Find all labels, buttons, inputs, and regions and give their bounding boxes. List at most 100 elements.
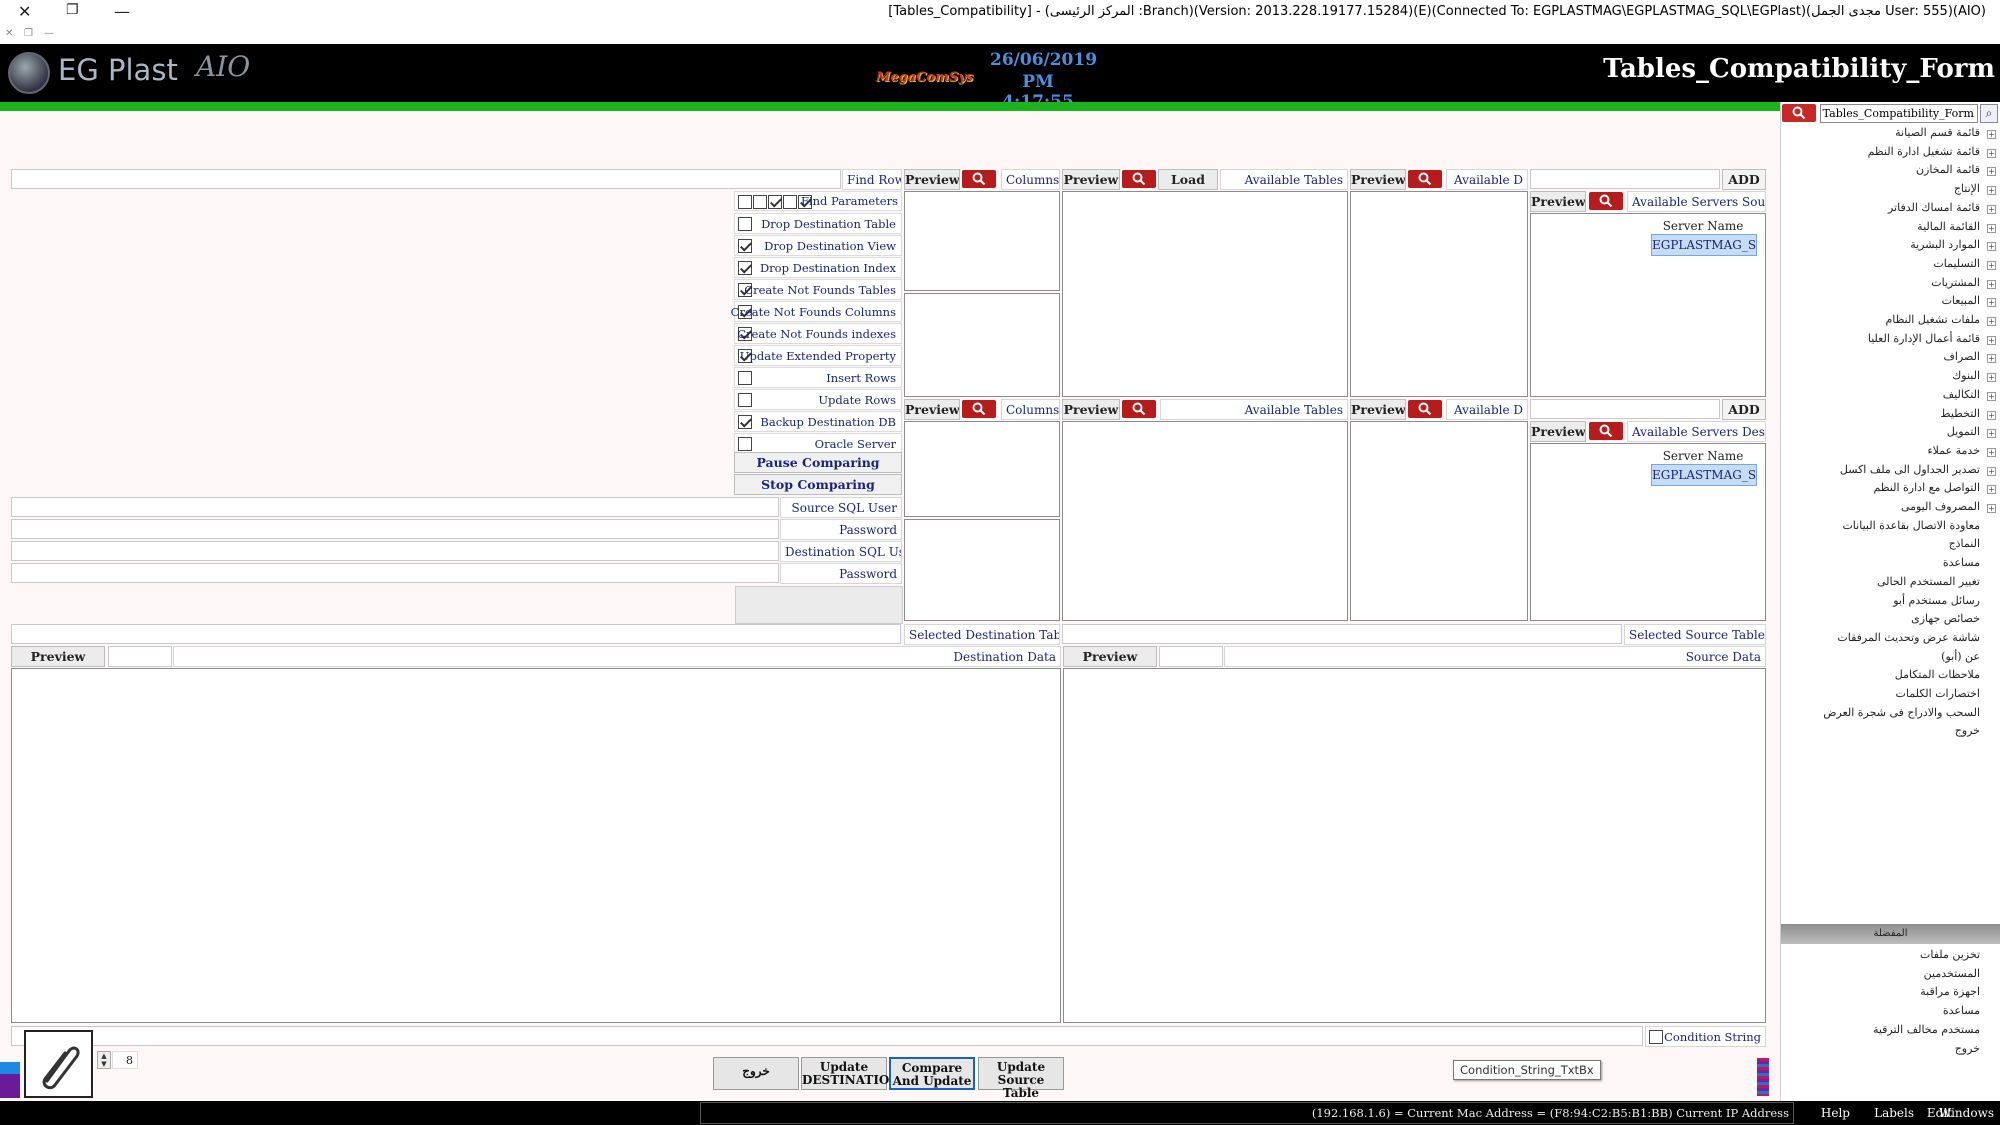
tree-item[interactable]: التخطيط bbox=[1940, 407, 1980, 425]
tree-expand-icon[interactable]: + bbox=[1987, 148, 1996, 158]
compare-and-update-button[interactable]: Compare And Update bbox=[889, 1057, 975, 1090]
tree-item[interactable]: المشتريات bbox=[1931, 276, 1980, 294]
option-row-9[interactable]: Update Rows bbox=[734, 389, 902, 410]
tree-item[interactable]: خدمة عملاء bbox=[1927, 444, 1980, 462]
tree-item[interactable]: قائمة قسم الصيانة bbox=[1895, 126, 1980, 144]
selected-destination-table-input[interactable] bbox=[11, 624, 901, 644]
sidebar-search-input[interactable]: Tables_Compatibility_Form bbox=[1820, 104, 1978, 123]
source-password-input[interactable] bbox=[11, 519, 779, 539]
tree-item[interactable]: قائمة امساك الدفاتر bbox=[1888, 201, 1980, 219]
tree-expand-icon[interactable]: + bbox=[1987, 391, 1996, 401]
minimize-icon[interactable]: — bbox=[114, 2, 130, 21]
tree-item[interactable]: رسائل مستخدم أبو bbox=[1893, 594, 1980, 612]
option-row-3[interactable]: Drop Destination Index bbox=[734, 257, 902, 278]
columns-list-bottom-2[interactable] bbox=[904, 519, 1060, 621]
mdi-restore-icon[interactable]: ❐ bbox=[24, 28, 33, 39]
page-spinner-arrows[interactable]: ▲ ▼ bbox=[97, 1051, 111, 1069]
tree-item[interactable]: التواصل مع ادارة النظم bbox=[1873, 481, 1980, 499]
source-sql-user-input[interactable] bbox=[11, 497, 779, 517]
tree-item[interactable]: خصائص جهازى bbox=[1911, 612, 1980, 630]
available-tables-list-top[interactable] bbox=[1062, 191, 1348, 397]
menu-help[interactable]: Help bbox=[1821, 1101, 1850, 1125]
db-preview-button-bottom[interactable]: Preview bbox=[1350, 399, 1406, 420]
tree-item[interactable]: الصراف bbox=[1944, 350, 1980, 368]
tree-item[interactable]: شاشة عرض وتحديث المرفقات bbox=[1837, 631, 1980, 649]
available-tables-list-bottom[interactable] bbox=[1062, 421, 1348, 621]
tree-expand-icon[interactable]: + bbox=[1987, 485, 1996, 495]
sidebar-search-button[interactable] bbox=[1782, 104, 1816, 122]
tree-item[interactable]: الموارد البشرية bbox=[1910, 238, 1980, 256]
tree-item[interactable]: تصدير الجداول الى ملف اكسل bbox=[1840, 463, 1980, 481]
tree-item[interactable]: ملاحظات المتكامل bbox=[1895, 668, 1980, 686]
tree-item[interactable]: قائمة تشغيل ادارة النظم bbox=[1868, 145, 1980, 163]
option-row-5[interactable]: Create Not Founds Columns bbox=[731, 301, 902, 322]
find-param-check-3[interactable] bbox=[768, 195, 782, 209]
tree-expand-icon[interactable]: + bbox=[1987, 447, 1996, 457]
exit-button[interactable]: خروج bbox=[713, 1057, 799, 1090]
favorite-item[interactable]: المستخدمين bbox=[1924, 967, 1980, 985]
columns-preview-button-top[interactable]: Preview bbox=[904, 169, 960, 190]
condition-string-input[interactable] bbox=[11, 1026, 1643, 1046]
favorite-item[interactable]: مستخدم مخالف الترقية bbox=[1873, 1023, 1980, 1041]
tree-item[interactable]: السحب والادراج فى شجرة العرض bbox=[1823, 706, 1980, 724]
server-row-selected-top[interactable]: EGPLASTMAG_SQL bbox=[1651, 234, 1757, 256]
tree-item[interactable]: التكاليف bbox=[1943, 388, 1980, 406]
source-data-preview-button[interactable]: Preview bbox=[1063, 646, 1157, 667]
tree-item[interactable]: المصروف اليومى bbox=[1901, 500, 1980, 518]
tree-expand-icon[interactable]: + bbox=[1987, 242, 1996, 252]
tree-expand-icon[interactable]: + bbox=[1987, 260, 1996, 270]
tree-item[interactable]: عن (أبو) bbox=[1941, 650, 1980, 668]
tree-item[interactable]: ملفات تشغيل النظام bbox=[1885, 313, 1980, 331]
available-d-list-bottom[interactable] bbox=[1350, 421, 1528, 621]
option-checkbox-8[interactable] bbox=[738, 371, 752, 385]
option-row-11[interactable]: Oracle Server bbox=[734, 433, 902, 454]
favorite-item[interactable]: تخزين ملفات bbox=[1920, 948, 1980, 966]
tree-expand-icon[interactable]: + bbox=[1987, 354, 1996, 364]
tree-expand-icon[interactable]: + bbox=[1987, 167, 1996, 177]
tree-expand-icon[interactable]: + bbox=[1987, 186, 1996, 196]
tree-expand-icon[interactable]: + bbox=[1987, 504, 1996, 513]
tree-expand-icon[interactable]: + bbox=[1987, 223, 1996, 233]
tree-item[interactable]: النماذج bbox=[1949, 537, 1980, 555]
option-checkbox-2[interactable] bbox=[738, 239, 752, 253]
destination-data-preview-button[interactable]: Preview bbox=[11, 646, 105, 667]
columns-list-top-2[interactable] bbox=[904, 293, 1060, 397]
tree-item[interactable]: خروج bbox=[1955, 724, 1980, 742]
tree-item[interactable]: اختصارات الكلمات bbox=[1896, 687, 1980, 705]
db-search-button-top[interactable] bbox=[1408, 170, 1442, 188]
tables-preview-button-top[interactable]: Preview bbox=[1062, 169, 1120, 190]
source-data-filter-input[interactable] bbox=[1159, 646, 1223, 667]
servers-search-button-bottom[interactable] bbox=[1589, 422, 1623, 440]
option-checkbox-9[interactable] bbox=[738, 393, 752, 407]
db-search-button-bottom[interactable] bbox=[1408, 400, 1442, 418]
tree-expand-icon[interactable]: + bbox=[1987, 373, 1996, 383]
add-button-top[interactable]: ADD bbox=[1722, 169, 1766, 190]
selected-source-table-input[interactable] bbox=[1062, 624, 1622, 644]
columns-search-button-bottom[interactable] bbox=[962, 400, 996, 418]
tables-search-button-top[interactable] bbox=[1122, 170, 1156, 188]
servers-search-button-top[interactable] bbox=[1589, 192, 1623, 210]
tree-item[interactable]: قائمة المخازن bbox=[1916, 163, 1980, 181]
option-checkbox-1[interactable] bbox=[738, 217, 752, 231]
tables-search-button-bottom[interactable] bbox=[1122, 400, 1156, 418]
tree-item[interactable]: تغيير المستخدم الحالى bbox=[1877, 575, 1980, 593]
option-row-10[interactable]: Backup Destination DB bbox=[734, 411, 902, 432]
stop-comparing-button[interactable]: Stop Comparing bbox=[734, 474, 902, 495]
tree-item[interactable]: المبيعات bbox=[1942, 294, 1980, 312]
tree-item[interactable]: مساعدة bbox=[1943, 556, 1980, 574]
tree-expand-icon[interactable]: + bbox=[1987, 466, 1996, 476]
tree-item[interactable]: القائمة المالية bbox=[1917, 220, 1980, 238]
tree-item[interactable]: قائمة أعمال الإدارة العليا bbox=[1868, 332, 1980, 350]
restore-icon[interactable]: ❐ bbox=[66, 2, 79, 18]
server-add-input-bottom[interactable] bbox=[1530, 399, 1720, 419]
menu-windows[interactable]: Windows bbox=[1939, 1101, 1994, 1125]
magnifier-icon[interactable]: ⌕ bbox=[1980, 104, 1998, 123]
option-checkbox-10[interactable] bbox=[738, 415, 752, 429]
destination-sql-user-input[interactable] bbox=[11, 541, 779, 561]
destination-data-grid[interactable] bbox=[11, 668, 1061, 1023]
option-row-2[interactable]: Drop Destination View bbox=[734, 235, 902, 256]
update-destination-button[interactable]: Update DESTINATIO bbox=[801, 1057, 889, 1090]
servers-preview-button-bottom[interactable]: Preview bbox=[1530, 421, 1586, 442]
option-row-7[interactable]: Update Extended Property bbox=[734, 345, 902, 366]
find-param-check-4[interactable] bbox=[783, 195, 797, 209]
